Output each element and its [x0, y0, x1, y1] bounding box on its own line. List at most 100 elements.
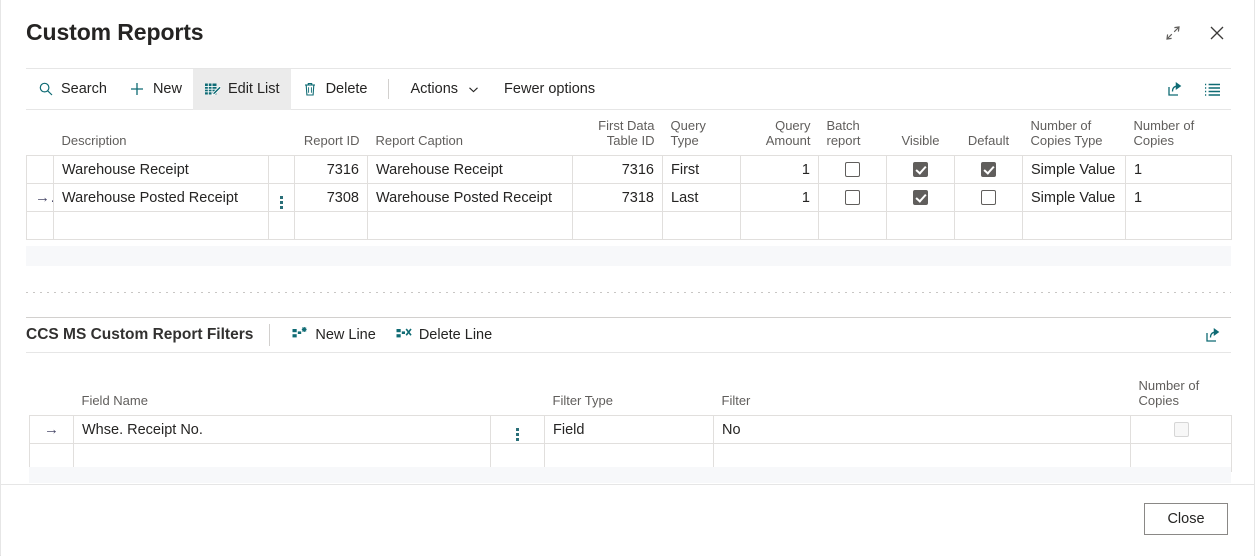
cell-default[interactable]	[954, 183, 1023, 212]
cell-report-caption[interactable]	[367, 211, 573, 240]
header-number-of-copies[interactable]: Number of Copies	[1130, 378, 1232, 416]
close-icon[interactable]	[1202, 18, 1232, 48]
cell-copies-type[interactable]	[1022, 211, 1126, 240]
cell-filter-type[interactable]: Field	[544, 415, 714, 444]
header-line-2: Copies	[1133, 133, 1174, 148]
row-menu-button[interactable]	[268, 183, 295, 212]
cell-batch-report[interactable]	[818, 183, 887, 212]
cell-batch-report[interactable]	[818, 211, 887, 240]
cell-report-id[interactable]	[294, 211, 368, 240]
cell-default[interactable]	[954, 155, 1023, 184]
cell-copies-type[interactable]: Simple Value	[1022, 183, 1126, 212]
section-dotted-divider	[26, 292, 1231, 293]
cell-report-caption[interactable]: Warehouse Posted Receipt	[367, 183, 573, 212]
cell-report-id[interactable]: 7316	[294, 155, 368, 184]
cell-field-name[interactable]: Whse. Receipt No.	[73, 415, 491, 444]
cell-number-of-copies[interactable]	[1130, 415, 1232, 444]
header-query-amount[interactable]: Query Amount	[740, 118, 819, 156]
share-icon[interactable]	[1159, 74, 1189, 104]
header-indicator	[29, 378, 74, 416]
custom-reports-grid: Description Report ID Report Caption Fir…	[26, 118, 1232, 240]
header-description[interactable]: Description	[53, 118, 269, 156]
subsection-divider	[269, 324, 271, 346]
search-button[interactable]: Search	[26, 69, 118, 110]
cell-copies[interactable]: 1	[1125, 183, 1232, 212]
cell-description[interactable]	[53, 211, 269, 240]
share-icon[interactable]	[1197, 320, 1227, 350]
row-menu-button[interactable]	[490, 415, 545, 444]
list-view-icon[interactable]	[1197, 74, 1227, 104]
header-menu-spacer	[268, 118, 295, 156]
header-filter[interactable]: Filter	[713, 378, 1131, 416]
cell-first-data-table-id[interactable]: 7318	[572, 183, 663, 212]
visible-checkbox[interactable]	[913, 190, 928, 206]
delete-line-icon	[396, 326, 412, 345]
filters-table: Field Name Filter Type Filter Number of …	[29, 378, 1232, 472]
header-report-caption[interactable]: Report Caption	[367, 118, 573, 156]
row-indicator	[26, 211, 54, 240]
table-row[interactable]: → Warehouse Posted Receipt 7308 Warehous…	[26, 183, 1232, 212]
cell-description[interactable]: Warehouse Receipt	[53, 155, 269, 184]
three-dots-icon	[280, 195, 283, 209]
cell-report-caption[interactable]: Warehouse Receipt	[367, 155, 573, 184]
header-query-type[interactable]: Query Type	[662, 118, 741, 156]
copies-checkbox	[1173, 422, 1189, 438]
filters-table-header: Field Name Filter Type Filter Number of …	[29, 378, 1232, 416]
new-line-icon	[292, 326, 308, 345]
cell-visible[interactable]	[886, 155, 955, 184]
header-line-2: report	[826, 133, 861, 148]
header-visible[interactable]: Visible	[886, 118, 955, 156]
cell-filter[interactable]: No	[713, 415, 1131, 444]
report-filters-grid: Field Name Filter Type Filter Number of …	[29, 378, 1232, 472]
cell-row-menu[interactable]	[268, 211, 295, 240]
header-default[interactable]: Default	[954, 118, 1023, 156]
batch-report-checkbox[interactable]	[845, 190, 860, 206]
subsection-right-icons	[1197, 320, 1231, 350]
cell-copies[interactable]	[1125, 211, 1232, 240]
header-report-id[interactable]: Report ID	[294, 118, 368, 156]
table-row-new[interactable]	[26, 211, 1232, 240]
cell-report-id[interactable]: 7308	[294, 183, 368, 212]
cell-copies-type[interactable]: Simple Value	[1022, 155, 1126, 184]
cell-row-menu[interactable]	[268, 155, 295, 184]
cell-first-data-table-id[interactable]	[572, 211, 663, 240]
plus-icon	[129, 81, 146, 98]
delete-line-button[interactable]: Delete Line	[386, 318, 502, 352]
cell-batch-report[interactable]	[818, 155, 887, 184]
table-row[interactable]: Warehouse Receipt 7316 Warehouse Receipt…	[26, 155, 1232, 184]
cell-query-type[interactable]	[662, 211, 741, 240]
restore-down-icon[interactable]	[1158, 18, 1188, 48]
header-filter-type[interactable]: Filter Type	[544, 378, 714, 416]
actions-menu-button[interactable]: Actions	[399, 69, 493, 110]
cell-default[interactable]	[954, 211, 1023, 240]
cell-visible[interactable]	[886, 183, 955, 212]
delete-button[interactable]: Delete	[291, 69, 379, 110]
new-label: New	[152, 81, 182, 97]
cell-description[interactable]: Warehouse Posted Receipt	[53, 183, 269, 212]
fewer-options-button[interactable]: Fewer options	[493, 69, 606, 110]
cell-first-data-table-id[interactable]: 7316	[572, 155, 663, 184]
header-field-name[interactable]: Field Name	[73, 378, 491, 416]
header-batch-report[interactable]: Batch report	[818, 118, 887, 156]
cell-query-amount[interactable]: 1	[740, 155, 819, 184]
row-indicator: →	[29, 415, 74, 444]
new-button[interactable]: New	[118, 69, 193, 110]
header-first-data-table-id[interactable]: First Data Table ID	[572, 118, 663, 156]
cell-query-type[interactable]: First	[662, 155, 741, 184]
close-button[interactable]: Close	[1144, 503, 1228, 535]
batch-report-checkbox[interactable]	[845, 162, 860, 178]
cell-query-type[interactable]: Last	[662, 183, 741, 212]
cell-query-amount[interactable]: 1	[740, 183, 819, 212]
default-checkbox[interactable]	[981, 190, 996, 206]
default-checkbox[interactable]	[981, 162, 996, 178]
edit-list-button[interactable]: Edit List	[192, 68, 291, 110]
header-copies[interactable]: Number of Copies	[1125, 118, 1232, 156]
cell-visible[interactable]	[886, 211, 955, 240]
new-line-button[interactable]: New Line	[282, 318, 385, 352]
header-copies-type[interactable]: Number of Copies Type	[1022, 118, 1126, 156]
table-row[interactable]: → Whse. Receipt No. Field No	[29, 415, 1232, 444]
visible-checkbox[interactable]	[913, 162, 928, 178]
cell-copies[interactable]: 1	[1125, 155, 1232, 184]
cell-query-amount[interactable]	[740, 211, 819, 240]
delete-line-label: Delete Line	[418, 327, 493, 343]
